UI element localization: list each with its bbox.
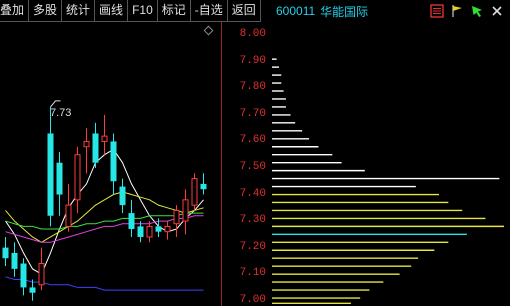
price-tick-label: 7.00 — [239, 293, 266, 306]
stock-header: 600011 华能国际 — [272, 0, 510, 22]
price-tick-label: 7.30 — [239, 214, 266, 227]
candle — [47, 106, 54, 227]
candle-body — [155, 226, 162, 232]
candle-body — [191, 178, 198, 206]
price-scale: 8.00 7.90 7.80 7.70 7.60 7.50 7.40 7.30 7.20 7.10… — [222, 22, 272, 306]
overlay-button[interactable]: 叠加 — [0, 0, 30, 22]
candle-body — [173, 209, 180, 225]
candle-body — [47, 133, 54, 216]
price-tick-label: 7.90 — [239, 54, 266, 67]
price-tick-label: 7.80 — [239, 81, 266, 94]
flag-icon[interactable] — [450, 4, 464, 18]
candle — [200, 173, 207, 195]
high-price-annotation: 7.73 — [50, 107, 72, 119]
candle — [137, 221, 144, 243]
f10-button[interactable]: F10 — [128, 0, 158, 22]
candle — [119, 178, 126, 214]
candle — [65, 183, 72, 232]
price-tick-label: 7.60 — [239, 134, 266, 147]
candle — [164, 221, 171, 240]
back-button[interactable]: 返回 — [227, 0, 261, 22]
candle — [110, 133, 117, 195]
grid-icon[interactable] — [430, 4, 444, 18]
toolbar: 叠加 多股 统计 画线 F10 标记 -自选 返回 — [0, 0, 272, 22]
price-tick-label: 8.00 — [239, 28, 266, 41]
statistics-button[interactable]: 统计 — [62, 0, 96, 22]
multi-stock-button[interactable]: 多股 — [29, 0, 63, 22]
kline-svg — [2, 22, 222, 306]
candle-body — [119, 186, 126, 206]
candle-body — [101, 135, 108, 142]
candle-body — [200, 183, 207, 190]
stock-name[interactable]: 华能国际 — [315, 3, 368, 20]
candle — [11, 242, 18, 277]
candle — [38, 247, 45, 291]
draw-line-button[interactable]: 画线 — [95, 0, 129, 22]
candle-body — [164, 225, 171, 233]
candle — [182, 189, 189, 235]
price-tick-label: 7.10 — [239, 267, 266, 280]
candle-body — [110, 141, 117, 182]
candle — [20, 258, 27, 296]
volume-profile-svg — [272, 58, 504, 305]
candle-body — [146, 225, 153, 238]
candle-body — [182, 199, 189, 222]
candle-body — [128, 213, 135, 230]
candle — [74, 146, 81, 214]
candle — [83, 128, 90, 174]
cursor-icon[interactable] — [470, 4, 484, 18]
candle-body — [56, 162, 63, 195]
stock-code[interactable]: 600011 — [272, 4, 315, 18]
candle-body — [74, 154, 81, 201]
volume-profile — [272, 22, 510, 306]
candle-body — [11, 252, 18, 269]
price-tick-label: 7.20 — [239, 240, 266, 253]
header-icons — [430, 4, 510, 18]
candle — [56, 152, 63, 216]
candle-body — [2, 247, 9, 259]
candle — [2, 236, 9, 267]
candle — [146, 221, 153, 243]
close-icon[interactable] — [490, 4, 504, 18]
kline-chart[interactable] — [0, 22, 222, 306]
candle-body — [38, 263, 45, 286]
remove-watchlist-button[interactable]: -自选 — [190, 0, 228, 22]
candle — [29, 279, 36, 301]
candle-body — [92, 133, 99, 163]
candle-body — [65, 204, 72, 227]
price-tick-label: 7.70 — [239, 107, 266, 120]
candle — [101, 114, 108, 155]
candle-body — [29, 287, 36, 293]
candle-body — [20, 263, 27, 288]
candle — [128, 199, 135, 237]
candle-body — [83, 140, 90, 148]
candle — [92, 122, 99, 168]
price-tick-label: 7.40 — [239, 187, 266, 200]
candle — [191, 173, 198, 211]
candle-body — [137, 226, 144, 237]
mark-button[interactable]: 标记 — [157, 0, 191, 22]
price-tick-label: 7.50 — [239, 160, 266, 173]
